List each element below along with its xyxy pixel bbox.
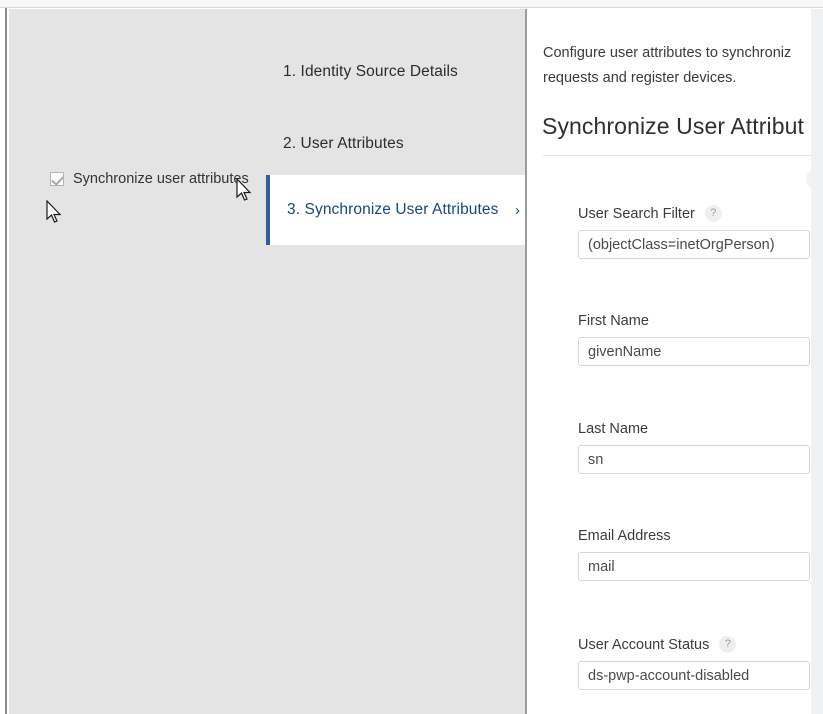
field-label-row: User Search Filter ? xyxy=(578,205,810,222)
field-label-row: Email Address xyxy=(578,528,810,544)
field-label-row: User Account Status ? xyxy=(578,636,810,653)
mouse-cursor-icon xyxy=(46,200,64,226)
window-top-strip xyxy=(0,0,823,8)
user-account-status-input[interactable]: ds-pwp-account-disabled xyxy=(578,661,810,690)
wizard-step-label: 1. Identity Source Details xyxy=(283,63,458,81)
user-search-filter-input[interactable]: (objectClass=inetOrgPerson) xyxy=(578,230,810,259)
checkbox-label: Synchronize user attributes xyxy=(73,171,249,187)
field-user-account-status: User Account Status ? ds-pwp-account-dis… xyxy=(578,636,810,690)
field-label: User Account Status xyxy=(578,637,709,653)
intro-line-2: requests and register devices. xyxy=(543,66,811,91)
help-icon[interactable]: ? xyxy=(705,205,722,222)
field-label-row: Last Name xyxy=(578,421,810,437)
page-title: Synchronize User Attribut xyxy=(542,113,804,140)
intro-paragraph: Configure user attributes to synchroniz … xyxy=(543,41,811,91)
mouse-cursor-icon xyxy=(236,178,254,204)
last-name-input[interactable]: sn xyxy=(578,445,810,474)
field-last-name: Last Name sn xyxy=(578,421,810,474)
heading-divider xyxy=(543,155,811,156)
field-label: First Name xyxy=(578,313,649,329)
synchronize-user-attributes-checkbox-row[interactable]: Synchronize user attributes xyxy=(50,171,249,187)
wizard-sidebar: 1. Identity Source Details 2. User Attri… xyxy=(9,9,527,714)
field-email-address: Email Address mail xyxy=(578,528,810,581)
email-address-input[interactable]: mail xyxy=(578,552,810,581)
wizard-step-identity-source-details[interactable]: 1. Identity Source Details xyxy=(9,50,527,94)
field-label-row: First Name xyxy=(578,313,810,329)
wizard-step-synchronize-user-attributes-active[interactable]: 3. Synchronize User Attributes › xyxy=(266,175,538,245)
wizard-step-label: 2. User Attributes xyxy=(283,135,404,153)
wizard-step-label: 3. Synchronize User Attributes xyxy=(287,201,499,219)
chevron-right-icon: › xyxy=(515,203,520,218)
checkbox-checked-icon[interactable] xyxy=(50,172,64,186)
app-screenshot: 1. Identity Source Details 2. User Attri… xyxy=(0,0,823,714)
field-label: User Search Filter xyxy=(578,206,695,222)
intro-line-1: Configure user attributes to synchroniz xyxy=(543,45,791,61)
field-first-name: First Name givenName xyxy=(578,313,810,366)
first-name-input[interactable]: givenName xyxy=(578,337,810,366)
field-user-search-filter: User Search Filter ? (objectClass=inetOr… xyxy=(578,205,810,259)
wizard-step-user-attributes[interactable]: 2. User Attributes xyxy=(9,122,527,166)
field-label: Email Address xyxy=(578,528,671,544)
pane-divider xyxy=(525,9,527,714)
field-label: Last Name xyxy=(578,421,648,437)
vertical-scrollbar-track[interactable] xyxy=(811,9,823,714)
window-left-chrome xyxy=(0,8,7,714)
help-icon[interactable]: ? xyxy=(719,636,736,653)
